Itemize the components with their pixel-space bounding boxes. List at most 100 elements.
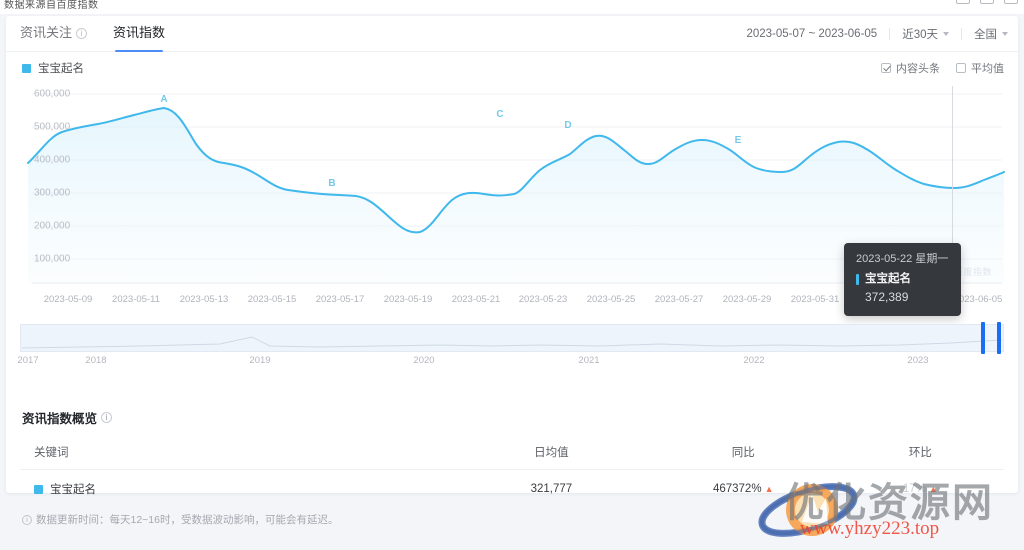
region-dropdown-label: 全国 xyxy=(974,29,997,41)
slider-handle-right[interactable] xyxy=(997,322,1001,354)
checkbox-average-label: 平均值 xyxy=(971,63,1004,75)
period-dropdown[interactable]: 近30天 xyxy=(902,26,949,42)
tab-bar: 资讯关注 i 资讯指数 xyxy=(20,16,165,52)
index-card: 资讯关注 i 资讯指数 2023-05-07 ~ 2023-06-05 近30天 … xyxy=(6,16,1018,526)
x-tick-label: 2023-05-31 xyxy=(790,294,840,305)
period-dropdown-label: 近30天 xyxy=(902,29,938,41)
close-button[interactable] xyxy=(1004,0,1018,4)
chart-legend[interactable]: 宝宝起名 xyxy=(22,60,84,76)
table-row[interactable]: 宝宝起名 321,777 467372% ▲ 17% ▲ xyxy=(20,470,1004,508)
divider xyxy=(889,28,891,40)
slider-year-label: 2020 xyxy=(413,355,435,366)
x-tick-label: 2023-05-15 xyxy=(247,294,297,305)
update-note: i 数据更新时间：每天12~16时，受数据波动影响，可能会有延迟。 xyxy=(22,512,339,527)
peak-label-b: B xyxy=(328,178,336,189)
x-tick-label: 2023-05-27 xyxy=(654,294,704,305)
overview-title-label: 资讯指数概览 xyxy=(22,412,98,426)
divider xyxy=(961,28,962,40)
slider-year-label: 2021 xyxy=(578,355,600,366)
region-dropdown[interactable]: 全国 xyxy=(974,26,1008,42)
window-title: 数据来源自百度指数 xyxy=(4,0,99,11)
table-header-row: 关键词 日均值 同比 环比 xyxy=(20,434,1004,470)
y-tick-label: 600,000 xyxy=(34,88,71,100)
slider-year-label: 2018 xyxy=(85,355,107,366)
peak-label-d: D xyxy=(564,120,572,131)
mom-value: 17% xyxy=(902,483,926,495)
x-tick-label: 2023-05-29 xyxy=(722,294,772,305)
cell-mom: 17% ▲ xyxy=(837,483,1004,495)
watermark-url: www.yhzy223.top xyxy=(800,518,940,539)
yoy-value: 467372% xyxy=(712,483,762,495)
y-tick-label: 200,000 xyxy=(34,220,71,232)
keyword-badge: 宝宝起名 xyxy=(34,481,453,497)
peak-label-c: C xyxy=(496,109,504,120)
tab-news-attention[interactable]: 资讯关注 i xyxy=(20,16,88,52)
window-chrome: 数据来源自百度指数 xyxy=(0,0,1024,14)
checkbox-unchecked-icon xyxy=(956,63,966,73)
checkbox-content-headline-label: 内容头条 xyxy=(896,63,940,75)
arrow-up-icon: ▲ xyxy=(764,484,774,494)
x-tick-label: 2023-05-11 xyxy=(112,294,160,305)
legend-row: 宝宝起名 内容头条 平均值 xyxy=(6,52,1018,82)
chart-tooltip: 2023-05-22 星期一 宝宝起名 372,389 xyxy=(844,243,962,316)
chevron-down-icon xyxy=(943,32,949,36)
tooltip-series-label: 宝宝起名 xyxy=(865,272,911,285)
minimize-button[interactable] xyxy=(956,0,970,4)
tooltip-series-swatch xyxy=(856,273,859,285)
keyword-swatch xyxy=(34,484,43,494)
x-tick-label: 2023-05-19 xyxy=(383,294,433,305)
peak-label-e: E xyxy=(734,135,742,146)
cell-daily-avg: 321,777 xyxy=(530,483,573,495)
x-tick-label: 2023-05-13 xyxy=(179,294,229,305)
slider-year-label: 2023 xyxy=(907,355,929,366)
slider-year-label: 2019 xyxy=(249,355,271,366)
card-header: 资讯关注 i 资讯指数 2023-05-07 ~ 2023-06-05 近30天 … xyxy=(6,16,1018,52)
window-controls xyxy=(956,0,1018,4)
column-header-mom: 环比 xyxy=(908,446,932,459)
update-note-text: 数据更新时间：每天12~16时，受数据波动影响，可能会有延迟。 xyxy=(36,514,339,526)
arrow-up-icon: ▲ xyxy=(928,484,938,494)
y-tick-label: 300,000 xyxy=(34,187,71,199)
legend-label: 宝宝起名 xyxy=(38,63,84,75)
x-tick-label: 2023-05-23 xyxy=(518,294,568,305)
date-range-label[interactable]: 2023-05-07 ~ 2023-06-05 xyxy=(746,28,877,40)
tooltip-series: 宝宝起名 xyxy=(856,271,948,288)
x-tick-label: 2023-05-21 xyxy=(451,294,501,305)
header-filters: 2023-05-07 ~ 2023-06-05 近30天 全国 xyxy=(746,16,1008,52)
slider-sparkline xyxy=(21,336,1003,349)
slider-year-label: 2022 xyxy=(743,355,765,366)
y-tick-label: 100,000 xyxy=(34,253,71,265)
cell-keyword: 宝宝起名 xyxy=(20,481,453,497)
chevron-down-icon xyxy=(1002,32,1008,36)
slider-handle-left[interactable] xyxy=(981,322,985,354)
x-tick-label: 2023-05-09 xyxy=(43,294,93,305)
tab-news-index[interactable]: 资讯指数 xyxy=(113,16,165,52)
info-icon[interactable]: i xyxy=(76,28,88,39)
year-range-slider[interactable]: 2017 2018 2019 2020 2021 2022 2023 xyxy=(17,322,1004,374)
checkbox-checked-icon xyxy=(881,63,891,73)
checkbox-average[interactable]: 平均值 xyxy=(956,60,1004,76)
checkbox-content-headline[interactable]: 内容头条 xyxy=(881,60,940,76)
keyword-label: 宝宝起名 xyxy=(50,484,96,496)
column-header-keyword: 关键词 xyxy=(34,446,69,459)
y-tick-label: 500,000 xyxy=(34,121,71,133)
legend-swatch xyxy=(22,63,31,73)
x-tick-label: 2023-05-17 xyxy=(315,294,365,305)
info-icon[interactable]: i xyxy=(101,412,113,423)
overview-table: 关键词 日均值 同比 环比 宝宝起名 321,777 467372% ▲ 17% ▲ xyxy=(20,434,1004,508)
tooltip-date: 2023-05-22 星期一 xyxy=(856,253,949,265)
app-root: 数据来源自百度指数 资讯关注 i 资讯指数 2023-05-07 ~ 2023-0… xyxy=(0,0,1024,550)
tab-news-attention-label: 资讯关注 xyxy=(20,25,73,40)
column-header-yoy: 同比 xyxy=(731,446,755,459)
x-tick-label: 2023-05-25 xyxy=(586,294,636,305)
chart-option-checkboxes: 内容头条 平均值 xyxy=(881,60,1004,76)
cell-yoy: 467372% ▲ xyxy=(650,483,837,495)
tooltip-value: 372,389 xyxy=(865,289,909,304)
index-line-chart[interactable]: 600,000 500,000 400,000 300,000 200,000 … xyxy=(10,82,1014,322)
peak-label-a: A xyxy=(160,94,168,105)
column-header-daily-avg: 日均值 xyxy=(534,446,569,459)
overview-title: 资讯指数概览 i xyxy=(22,408,113,427)
tab-news-index-label: 资讯指数 xyxy=(113,25,166,40)
maximize-button[interactable] xyxy=(980,0,994,4)
slider-year-label: 2017 xyxy=(17,355,39,366)
